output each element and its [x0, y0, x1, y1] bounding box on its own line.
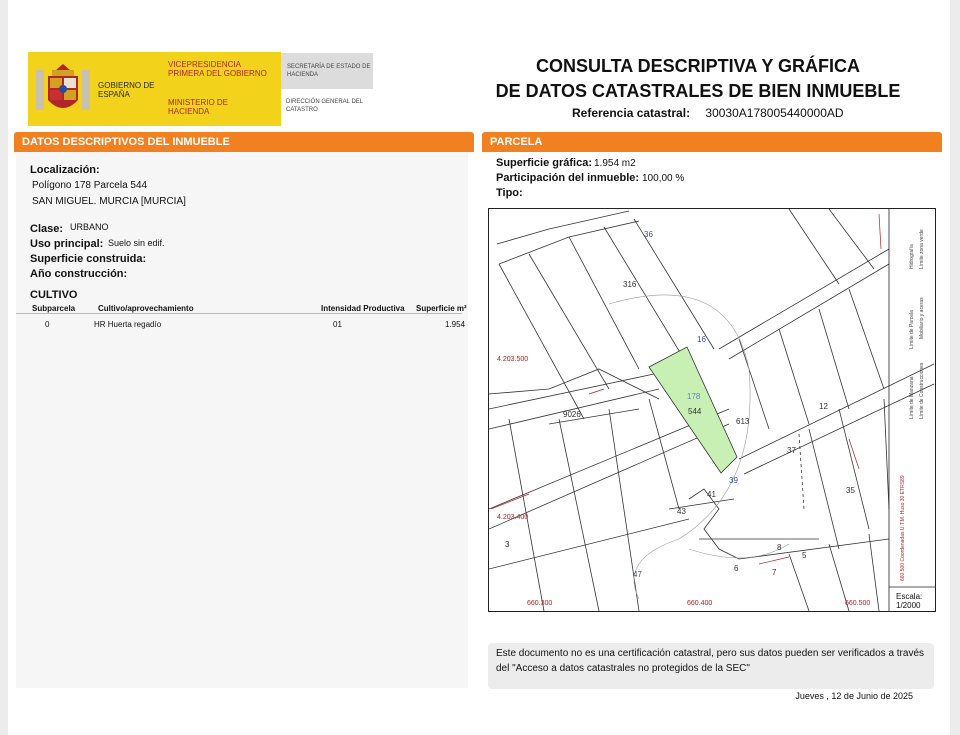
ministerio-label: MINISTERIO DE HACIENDA [168, 98, 229, 116]
referencia-label: Referencia catastral: [572, 106, 691, 120]
direccion-label: DIRECCIÓN GENERAL DEL CATASTRO [286, 99, 363, 113]
map-label-39: 39 [729, 476, 738, 485]
gobierno-label: GOBIERNO DE ESPAÑA [98, 81, 155, 99]
tipo-label: Tipo: [496, 187, 523, 199]
cultivo-table-header: Subparcela Cultivo/aprovechamiento Inten… [16, 299, 467, 314]
localizacion-label: Localización: [30, 164, 100, 176]
map-label-43: 43 [677, 507, 686, 516]
map-label-3: 3 [505, 540, 510, 549]
header-superficie: Superficie m² [416, 304, 467, 313]
header-intensidad: Intensidad Productiva [321, 304, 405, 313]
map-label-41: 41 [707, 490, 716, 499]
participacion-label: Participación del inmueble: [496, 172, 640, 184]
superficie-grafica-value: 1.954 m2 [594, 158, 636, 169]
map-coord-x1: 660.300 [527, 600, 552, 607]
header-subparcela: Subparcela [32, 304, 76, 313]
uso-value: Suelo sin edif. [108, 238, 165, 248]
escala-value: 1/2000 [896, 601, 921, 610]
map-label-35: 35 [846, 486, 855, 495]
map-label-37: 37 [787, 446, 796, 455]
anio-construccion-label: Año construcción: [30, 268, 128, 280]
legend-item: Límite zona verde [919, 229, 925, 269]
map-label-6: 6 [734, 564, 739, 573]
superficie-grafica-label: Superficie gráfica: [496, 157, 592, 169]
government-logo: GOBIERNO DE ESPAÑA VICEPRESIDENCIA PRIME… [28, 52, 281, 126]
clase-value: URBANO [70, 222, 109, 232]
map-label-7: 7 [772, 568, 777, 577]
cell-intensidad: 01 [333, 320, 342, 329]
map-coord-y2: 4.203.400 [497, 514, 528, 521]
secretaria-box: SECRETARÍA DE ESTADO DE HACIENDA [281, 53, 373, 89]
document-date: Jueves , 12 de Junio de 2025 [795, 691, 913, 701]
legend-item: Límite de Parcela [909, 310, 915, 349]
map-label-5: 5 [802, 551, 807, 560]
localizacion-line-2: SAN MIGUEL. MURCIA [MURCIA] [32, 196, 186, 207]
disclaimer-note: Este documento no es una certificación c… [488, 643, 934, 689]
legend-item: Límite de Manzana [909, 376, 915, 419]
cell-cultivo: HR Huerta regadío [94, 320, 162, 329]
map-label-178: 178 [687, 392, 701, 401]
map-label-16: 16 [697, 335, 706, 344]
map-label-36: 36 [644, 230, 653, 239]
cell-superficie: 1.954 [445, 320, 466, 329]
participacion-value: 100,00 % [642, 173, 685, 184]
map-coord-y1: 4.203.500 [497, 356, 528, 363]
map-label-47: 47 [633, 570, 642, 579]
legend-item: Mobiliario y aceras [919, 297, 925, 339]
cell-subparcela: 0 [45, 320, 50, 329]
title-line-2: DE DATOS CATASTRALES DE BIEN INMUEBLE [495, 81, 901, 101]
coat-of-arms-icon [36, 64, 90, 110]
uso-label: Uso principal: [30, 238, 104, 250]
referencia-value: 30030A178005440000AD [705, 106, 844, 120]
map-coord-x3: 660.500 [845, 600, 870, 607]
map-label-9026: 9026 [563, 410, 581, 419]
localizacion-line-1: Polígono 178 Parcela 544 [32, 180, 148, 191]
page-title: CONSULTA DESCRIPTIVA Y GRÁFICA DE DATOS … [468, 54, 928, 104]
parcela-section-header: PARCELA [482, 132, 942, 152]
legend-item: Hidrografía [909, 244, 915, 269]
secretaria-label: SECRETARÍA DE ESTADO DE HACIENDA [287, 64, 371, 78]
header-cultivo: Cultivo/aprovechamiento [98, 304, 194, 313]
map-coord-note: 660.500 Coordenadas U.T.M. Huso 30 ETRS8… [900, 475, 906, 581]
map-coord-x2: 660.400 [687, 600, 712, 607]
vicepresidencia-label: VICEPRESIDENCIA PRIMERA DEL GOBIERNO [168, 60, 267, 78]
superficie-construida-label: Superficie construida: [30, 253, 147, 265]
clase-label: Clase: [30, 223, 64, 235]
map-label-613: 613 [736, 417, 750, 426]
map-label-12: 12 [819, 402, 828, 411]
map-label-8: 8 [777, 543, 782, 552]
map-label-316: 316 [623, 280, 637, 289]
datos-panel: Localización: Polígono 178 Parcela 544 S… [16, 152, 468, 688]
map-drawing: 316 178 544 613 9026 41 43 39 37 35 8 7 … [489, 209, 935, 611]
map-label-544: 544 [688, 407, 702, 416]
title-line-1: CONSULTA DESCRIPTIVA Y GRÁFICA [535, 56, 861, 76]
document-page: GOBIERNO DE ESPAÑA VICEPRESIDENCIA PRIME… [8, 0, 950, 735]
legend-item: Límite de Construcciones [919, 362, 925, 419]
referencia-row: Referencia catastral: 30030A178005440000… [572, 106, 844, 120]
escala-label: Escala: [896, 592, 923, 601]
datos-section-header: DATOS DESCRIPTIVOS DEL INMUEBLE [14, 132, 474, 152]
cadastral-map[interactable]: 316 178 544 613 9026 41 43 39 37 35 8 7 … [488, 208, 936, 612]
escala-box: Escala: 1/2000 [896, 592, 922, 610]
